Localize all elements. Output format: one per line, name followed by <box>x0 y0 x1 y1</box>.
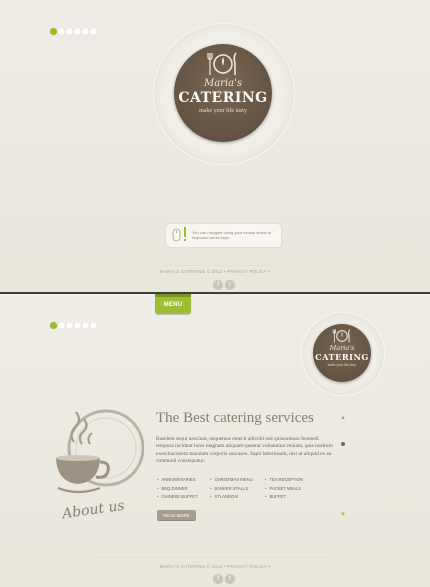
list-item: BBQ DINNER <box>157 485 198 494</box>
footer-divider <box>95 265 335 266</box>
list-item: TEA RECEPTION <box>265 476 303 485</box>
list-item: PACKET MEALS <box>265 485 303 494</box>
list-item: CHRISTMAS MENU <box>210 476 252 485</box>
services-list-col3: TEA RECEPTION PACKET MEALS BUFFET <box>265 476 303 502</box>
arrow-down-icon[interactable]: ▼ <box>340 512 346 519</box>
coffee-cup-icon <box>56 409 144 494</box>
footer-copyright[interactable]: MARIA'S CATERING © 2012 • PRIVACY POLICY… <box>0 269 430 274</box>
twitter-icon[interactable]: t <box>225 574 235 584</box>
section-paragraph: Baselem sequi nesciunt, nequetuse etoeci… <box>156 436 333 465</box>
scroll-position-dot[interactable] <box>341 442 345 446</box>
menu-tab[interactable]: MENU <box>155 297 191 314</box>
intro-panel: Maria's CATERING make your life tasty Yo… <box>0 0 430 292</box>
logo-script-text: Maria's <box>329 344 355 352</box>
slide-pagination-2 <box>50 322 97 329</box>
logo-tagline: make your life tasty <box>199 108 247 114</box>
slide-dot[interactable] <box>82 28 89 35</box>
services-list-col2: CHRISTMAS MENU BANKER STALLS STLANDOAI <box>210 476 253 502</box>
slide-pagination <box>50 28 97 35</box>
slide-dot[interactable] <box>90 322 97 329</box>
logo-main-text: CATERING <box>315 352 369 362</box>
twitter-icon[interactable]: t <box>225 280 235 290</box>
list-item: ANNIVERSARIES <box>157 476 198 485</box>
site-logo-small[interactable]: Maria's CATERING make your life tasty <box>313 324 371 382</box>
fork-knife-plate-icon <box>207 52 237 75</box>
facebook-icon[interactable]: f <box>213 280 223 290</box>
slide-dot[interactable] <box>74 28 81 35</box>
list-item: CHINESE BUFFET <box>157 493 197 502</box>
slide-dot[interactable] <box>74 322 81 329</box>
slide-dot[interactable] <box>66 322 73 329</box>
slide-dot-active[interactable] <box>50 322 57 329</box>
list-item: BUFFET <box>265 493 303 502</box>
exclamation-icon <box>184 227 186 241</box>
navigation-hint: You can navigate using your mouse wheel … <box>166 224 281 247</box>
read-more-button[interactable]: READ MORE <box>157 510 196 521</box>
section-heading: The Best catering services <box>156 410 314 426</box>
footer-divider <box>95 557 335 558</box>
footer-copyright[interactable]: MARIA'S CATERING © 2012 • PRIVACY POLICY… <box>0 564 430 569</box>
logo-main-text: CATERING <box>178 90 268 106</box>
logo-tagline: make your life tasty <box>327 363 357 367</box>
arrow-up-icon[interactable]: ▲ <box>340 415 346 422</box>
list-item: STLANDOAI <box>210 493 253 502</box>
slide-dot[interactable] <box>90 28 97 35</box>
site-logo[interactable]: Maria's CATERING make your life tasty <box>174 44 272 142</box>
slide-dot-active[interactable] <box>50 28 57 35</box>
slide-dot[interactable] <box>82 322 89 329</box>
services-list-col1: ANNIVERSARIES BBQ DINNER CHINESE BUFFET <box>157 476 198 502</box>
hint-text: You can navigate using your mouse wheel … <box>192 230 272 240</box>
slide-dot[interactable] <box>66 28 73 35</box>
slide-dot[interactable] <box>58 322 65 329</box>
logo-script-text: Maria's <box>203 78 243 89</box>
fork-knife-plate-icon <box>332 329 351 343</box>
list-item: BANKER STALLS <box>210 485 253 494</box>
facebook-icon[interactable]: f <box>213 574 223 584</box>
slide-dot[interactable] <box>58 28 65 35</box>
